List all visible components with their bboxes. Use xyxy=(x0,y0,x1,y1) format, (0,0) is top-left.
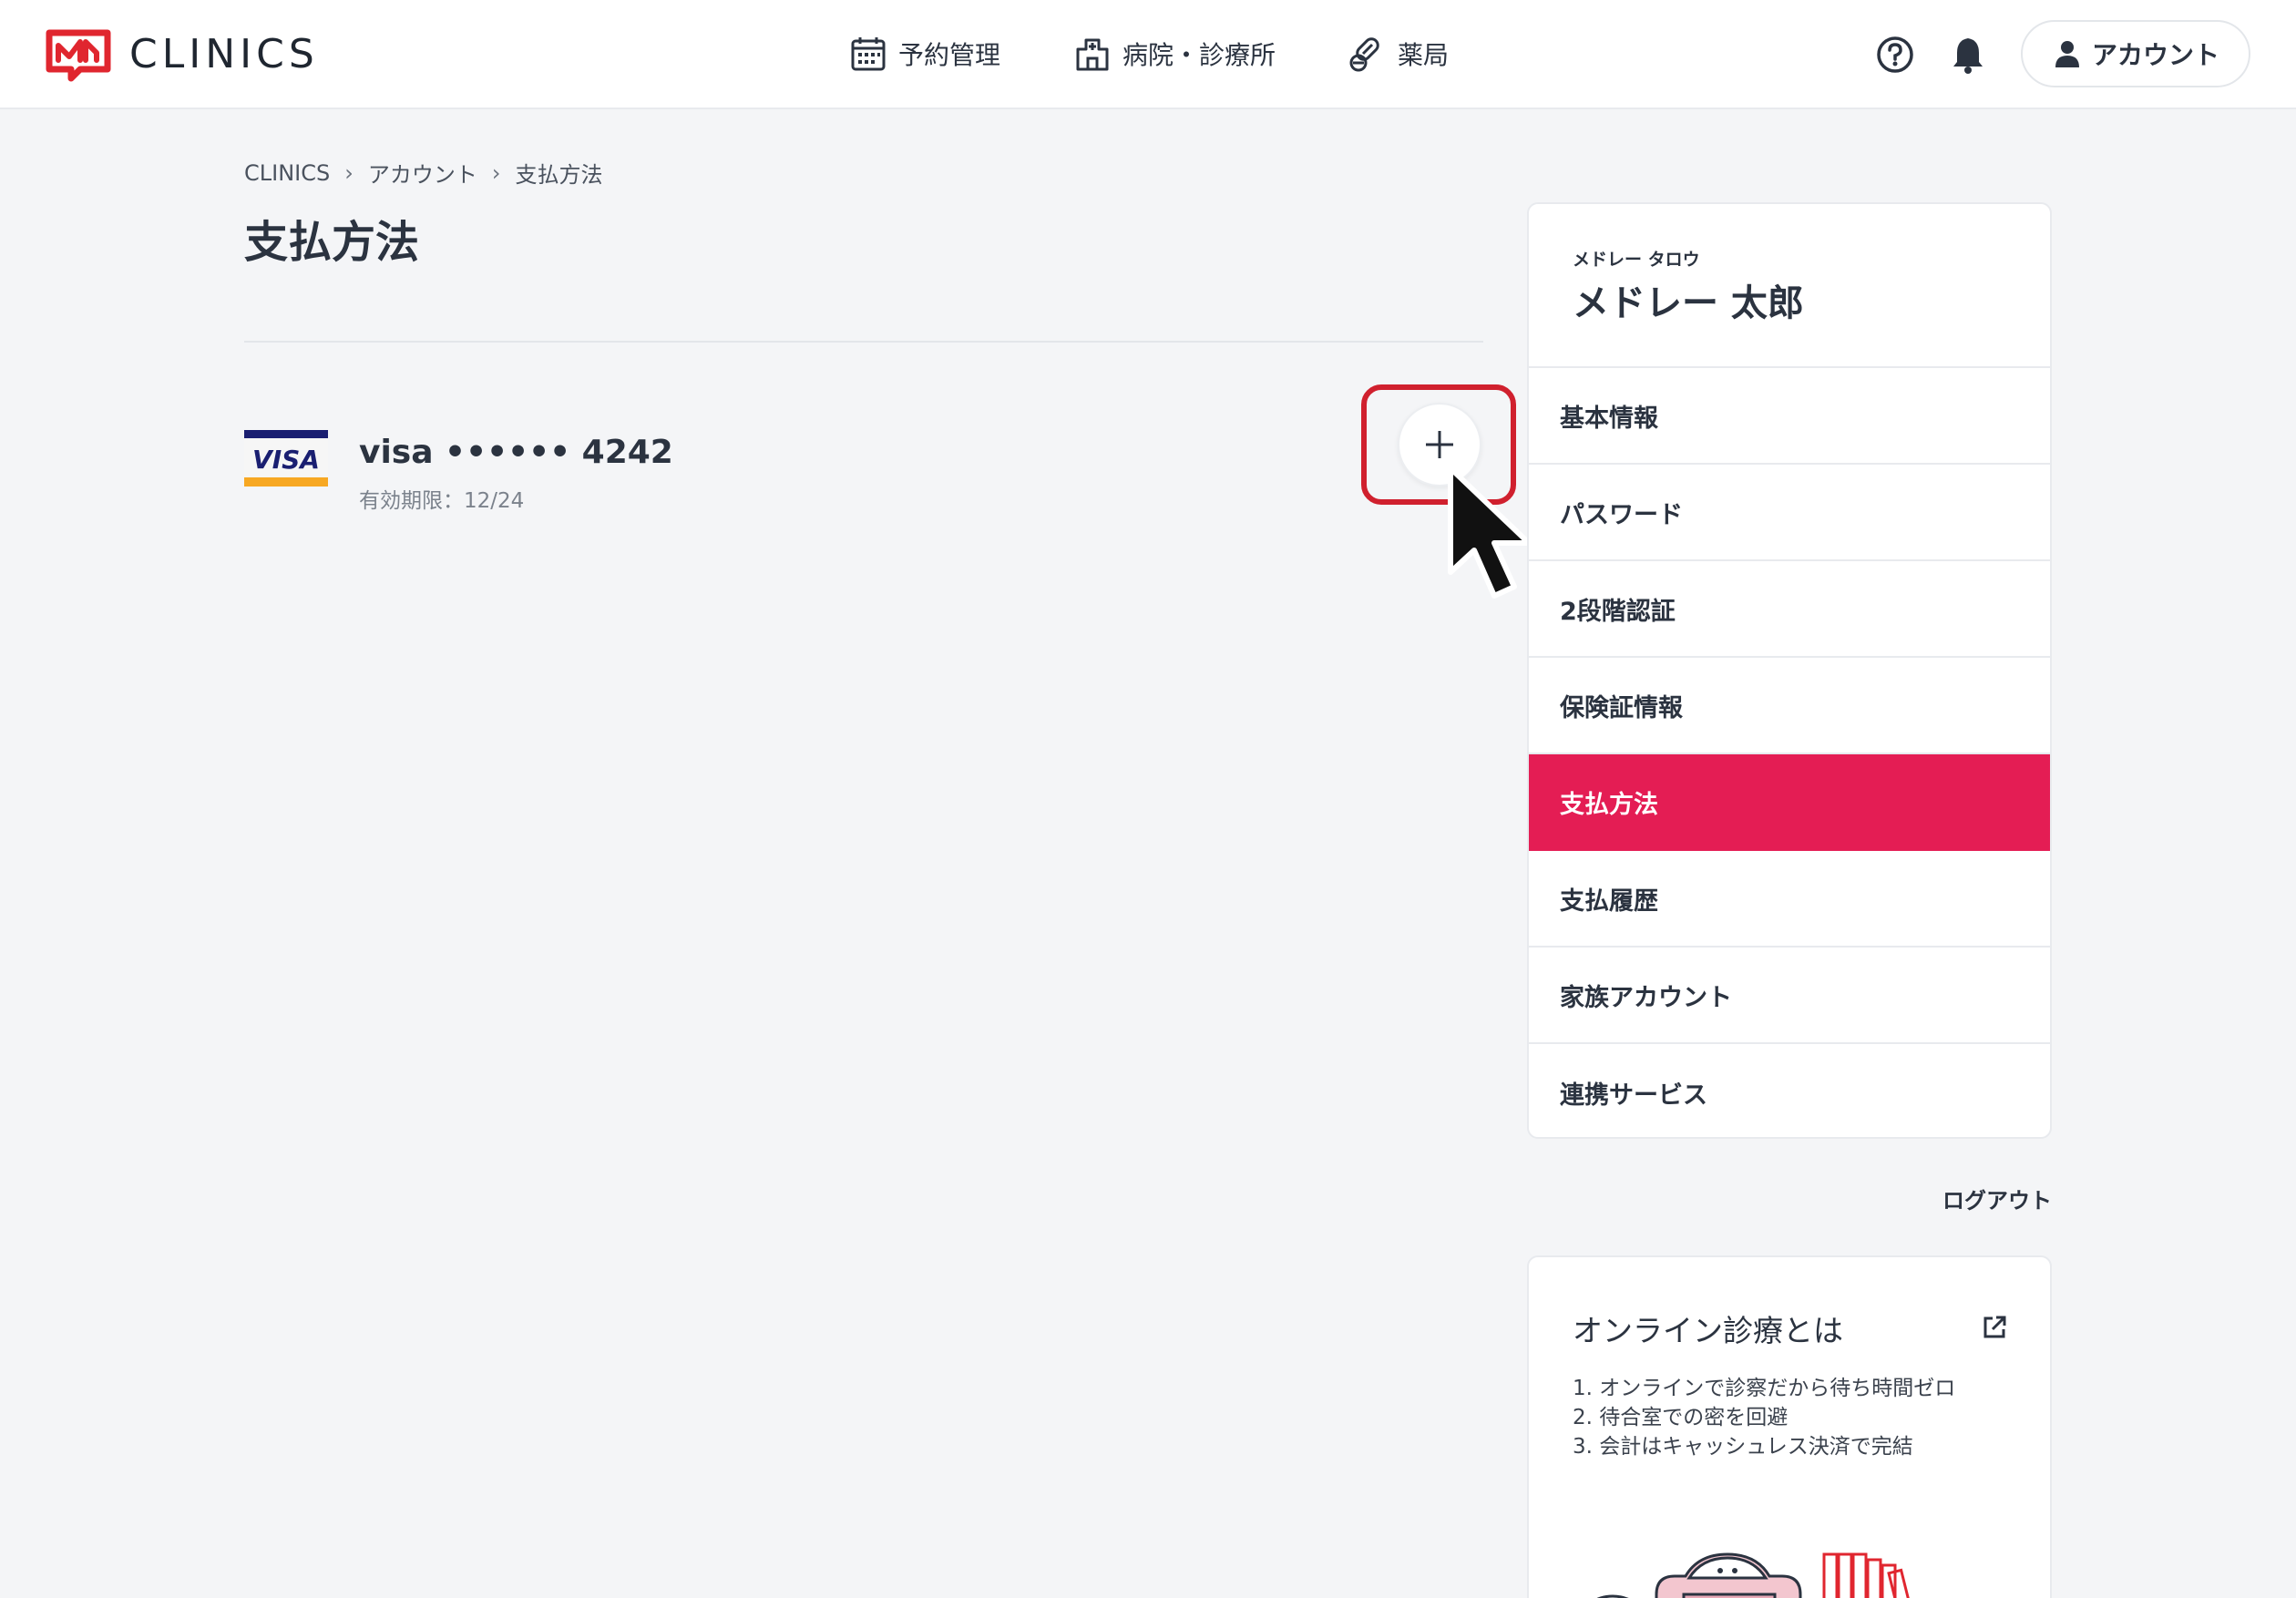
card-expiry: 有効期限：12/24 xyxy=(359,489,525,513)
sidebar-item-payment-method[interactable]: 支払方法 xyxy=(1529,754,2050,851)
info-title: オンライン診療とは xyxy=(1573,1313,1843,1348)
page-title: 支払方法 xyxy=(244,217,420,268)
chevron-right-icon: › xyxy=(491,159,501,186)
card-number: visa •••••• 4242 xyxy=(359,434,673,471)
logo-text: CLINICS xyxy=(129,30,319,77)
consultation-illustration xyxy=(1596,1552,1920,1598)
logout-link[interactable]: ログアウト xyxy=(1913,1183,2052,1214)
sidebar-item-password[interactable]: パスワード xyxy=(1529,465,2050,561)
breadcrumb: CLINICS › アカウント › 支払方法 xyxy=(244,157,602,189)
info-list-item: 2. 待合室での密を回避 xyxy=(1573,1406,1789,1429)
sidebar-item-basic-info[interactable]: 基本情報 xyxy=(1529,368,2050,465)
external-link-icon[interactable] xyxy=(1981,1314,2008,1341)
clinics-logo[interactable]: CLINICS xyxy=(44,26,319,82)
info-list: 1. オンラインで診察だから待ち時間ゼロ 2. 待合室での密を回避 3. 会計は… xyxy=(1573,1374,1955,1461)
bell-icon[interactable] xyxy=(1948,35,1988,75)
sidebar-item-payment-history[interactable]: 支払履歴 xyxy=(1529,851,2050,948)
clinics-logo-icon xyxy=(46,29,111,82)
help-icon[interactable] xyxy=(1875,35,1915,75)
sidebar-item-insurance[interactable]: 保険証情報 xyxy=(1529,658,2050,754)
nav-reservations[interactable]: 予約管理 xyxy=(849,35,1000,73)
user-icon xyxy=(2055,41,2079,67)
calendar-icon xyxy=(851,37,886,71)
user-kana: メドレー タロウ xyxy=(1573,250,1700,270)
breadcrumb-current: 支払方法 xyxy=(515,162,603,188)
divider xyxy=(244,341,1483,343)
nav-reservations-label: 予約管理 xyxy=(898,40,1001,70)
nav-pharmacy-label: 薬局 xyxy=(1398,40,1450,70)
top-header: CLINICS 予約管理 病院・診療所 薬局 アカウント xyxy=(0,0,2296,109)
account-button-label: アカウント xyxy=(2091,40,2219,70)
breadcrumb-home[interactable]: CLINICS xyxy=(244,160,330,186)
nav-hospitals[interactable]: 病院・診療所 xyxy=(1073,35,1276,73)
sidebar-item-family-account[interactable]: 家族アカウント xyxy=(1529,948,2050,1044)
info-list-item: 1. オンラインで診察だから待ち時間ゼロ xyxy=(1573,1377,1956,1400)
info-list-item: 3. 会計はキャッシュレス決済で完結 xyxy=(1573,1435,1913,1459)
visa-card-icon: VISA xyxy=(244,430,328,487)
online-consultation-card[interactable]: オンライン診療とは 1. オンラインで診察だから待ち時間ゼロ 2. 待合室での密… xyxy=(1527,1255,2052,1598)
sidebar-item-two-factor[interactable]: 2段階認証 xyxy=(1529,561,2050,658)
user-name: メドレー 太郎 xyxy=(1573,282,1804,324)
user-profile: メドレー タロウ メドレー 太郎 xyxy=(1529,204,2050,368)
sidebar-item-linked-services[interactable]: 連携サービス xyxy=(1529,1044,2050,1137)
hospital-icon xyxy=(1076,38,1109,71)
pills-icon xyxy=(1349,37,1379,72)
breadcrumb-account[interactable]: アカウント xyxy=(368,157,477,189)
nav-pharmacy[interactable]: 薬局 xyxy=(1348,35,1449,73)
chevron-right-icon: › xyxy=(344,159,354,186)
visa-brand-text: VISA xyxy=(252,445,320,475)
account-button[interactable]: アカウント xyxy=(2021,20,2250,87)
account-sidebar: メドレー タロウ メドレー 太郎 基本情報 パスワード 2段階認証 保険証情報 … xyxy=(1527,202,2052,1139)
nav-hospitals-label: 病院・診療所 xyxy=(1122,40,1276,70)
